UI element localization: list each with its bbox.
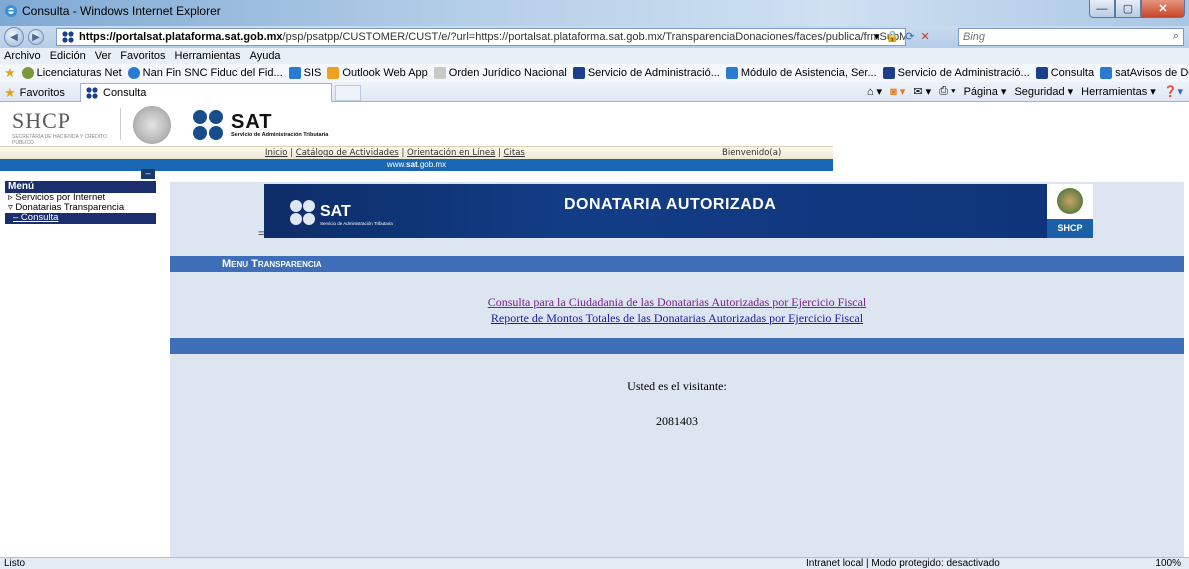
- security-zone[interactable]: Intranet local | Modo protegido: desacti…: [806, 558, 1000, 569]
- link-item[interactable]: satAvisos de Donación y ...: [1100, 67, 1189, 79]
- tools-menu[interactable]: Herramientas ▾: [1081, 85, 1156, 98]
- banner-title: DONATARIA AUTORIZADA: [564, 196, 777, 213]
- sat-dots-icon: [193, 108, 227, 142]
- visitor-count: 2081403: [656, 414, 698, 428]
- search-icon[interactable]: ⌕: [1173, 30, 1179, 43]
- link-icon: [433, 67, 446, 79]
- side-menu: – Menú ▹ Servicios por Internet ▿ Donata…: [0, 169, 156, 229]
- security-menu[interactable]: Seguridad ▾: [1014, 85, 1073, 98]
- nav-catalogo[interactable]: Catálogo de Actividades: [296, 148, 399, 158]
- banner-background: SAT Servicio de Administración Tributari…: [264, 184, 1047, 238]
- main-content: SAT Servicio de Administración Tributari…: [170, 182, 1184, 557]
- banner-dash: =: [258, 228, 265, 240]
- eagle-emblem-icon: [1057, 188, 1083, 214]
- menu-bar: Archivo Edición Ver Favoritos Herramient…: [0, 48, 1189, 64]
- nav-citas[interactable]: Citas: [504, 148, 525, 158]
- menu-ver[interactable]: Ver: [95, 50, 112, 62]
- home-icon[interactable]: ⌂ ▾: [867, 85, 882, 98]
- link-item[interactable]: Nan Fin SNC Fiduc del Fid...: [127, 67, 283, 79]
- link-icon: [288, 67, 301, 79]
- link-icon: [327, 67, 340, 79]
- link-item[interactable]: Consulta: [1035, 67, 1094, 79]
- link-item[interactable]: SIS: [288, 67, 321, 79]
- visitor-label: Usted es el visitante:: [627, 379, 727, 393]
- header-divider: [120, 108, 121, 140]
- national-seal-image: [133, 106, 171, 144]
- link-item[interactable]: Módulo de Asistencia, Ser...: [725, 67, 877, 79]
- print-icon[interactable]: ⎙ ▾: [939, 85, 955, 98]
- menu-edicion[interactable]: Edición: [50, 50, 86, 62]
- favorites-star-icon: ★: [4, 85, 16, 100]
- sat-tab-icon: [86, 87, 98, 99]
- window-titlebar[interactable]: Consulta - Windows Internet Explorer — ▢…: [0, 0, 1189, 26]
- link-icon: [21, 67, 34, 79]
- donataria-banner: SAT Servicio de Administración Tributari…: [264, 184, 1093, 238]
- sat-logo[interactable]: SAT Servicio de Administración Tributari…: [193, 108, 328, 142]
- status-bar: Listo Intranet local | Modo protegido: d…: [0, 557, 1189, 569]
- sat-site-icon: [62, 31, 74, 43]
- new-tab-button[interactable]: [335, 85, 361, 101]
- transparency-links: Consulta para la Ciudadania de las Donat…: [170, 294, 1184, 326]
- status-text: Listo: [4, 558, 26, 569]
- nav-orientacion[interactable]: Orientación en Línea: [407, 148, 495, 158]
- address-row: ◀ ▶ https://portalsat.plataforma.sat.gob…: [0, 26, 1189, 48]
- link-item[interactable]: Outlook Web App: [327, 67, 428, 79]
- banner-sat-logo: SAT Servicio de Administración Tributari…: [290, 200, 393, 228]
- tab-consulta[interactable]: Consulta: [80, 83, 332, 102]
- consulta-ciudadania-link[interactable]: Consulta para la Ciudadania de las Donat…: [488, 295, 867, 309]
- close-window-button[interactable]: ✕: [1141, 0, 1185, 18]
- link-item[interactable]: Servicio de Administració...: [572, 67, 720, 79]
- section-divider-bar: [170, 338, 1184, 354]
- forward-button[interactable]: ▶: [28, 29, 44, 45]
- stop-icon[interactable]: ✕: [920, 30, 929, 43]
- menu-archivo[interactable]: Archivo: [4, 50, 41, 62]
- menu-herramientas[interactable]: Herramientas: [175, 50, 241, 62]
- banner-shcp-logo: SHCP: [1047, 184, 1093, 238]
- sat-dots-icon: [290, 200, 318, 228]
- page-content: SHCP SECRETARÍA DE HACIENDA Y CRÉDITO PÚ…: [0, 102, 1189, 557]
- add-favorite-star-icon[interactable]: ★: [4, 65, 16, 81]
- internet-explorer-icon: [5, 5, 17, 17]
- zoom-level[interactable]: 100%: [1155, 558, 1181, 569]
- link-icon: [725, 67, 738, 79]
- nav-inicio[interactable]: Inicio: [265, 148, 288, 158]
- favorites-button[interactable]: ★ Favoritos: [4, 85, 65, 101]
- shcp-logo[interactable]: SHCP SECRETARÍA DE HACIENDA Y CRÉDITO PÚ…: [12, 108, 112, 146]
- link-item[interactable]: Servicio de Administració...: [882, 67, 1030, 79]
- link-icon: [882, 67, 895, 79]
- address-url: https://portalsat.plataforma.sat.gob.mx/…: [79, 31, 906, 43]
- tab-bar: ★ Favoritos Consulta ⌂ ▾ ◙ ▾ ✉ ▾ ⎙ ▾ Pág…: [0, 82, 1189, 102]
- back-button[interactable]: ◀: [4, 27, 24, 47]
- refresh-icon[interactable]: ⟳: [905, 30, 914, 43]
- dropdown-arrow-icon[interactable]: ▾: [874, 30, 880, 43]
- address-bar[interactable]: https://portalsat.plataforma.sat.gob.mx/…: [56, 28, 906, 46]
- reporte-montos-link[interactable]: Reporte de Montos Totales de las Donatar…: [491, 311, 863, 325]
- site-nav: Inicio | Catálogo de Actividades | Orien…: [0, 146, 833, 159]
- favorites-links-bar: ★ Licenciaturas Net Nan Fin SNC Fiduc de…: [0, 64, 1189, 82]
- feeds-icon[interactable]: ◙ ▾: [890, 85, 905, 98]
- link-icon: [1100, 67, 1113, 79]
- search-input[interactable]: Bing ⌕: [958, 28, 1184, 46]
- link-icon: [572, 67, 585, 79]
- link-item[interactable]: Licenciaturas Net: [21, 67, 122, 79]
- menu-ayuda[interactable]: Ayuda: [250, 50, 281, 62]
- link-icon: [127, 67, 140, 79]
- page-menu[interactable]: Página ▾: [964, 85, 1007, 98]
- menu-favoritos[interactable]: Favoritos: [120, 50, 165, 62]
- maximize-button[interactable]: ▢: [1115, 0, 1141, 18]
- link-item[interactable]: Orden Jurídico Nacional: [433, 67, 567, 79]
- minimize-button[interactable]: —: [1089, 0, 1115, 18]
- welcome-text: Bienvenido(a): [722, 148, 782, 158]
- site-header: SHCP SECRETARÍA DE HACIENDA Y CRÉDITO PÚ…: [0, 102, 833, 146]
- window-title: Consulta - Windows Internet Explorer: [22, 4, 221, 18]
- link-icon: [1035, 67, 1048, 79]
- help-icon[interactable]: ❓▾: [1164, 85, 1183, 98]
- collapse-menu-button[interactable]: –: [141, 169, 155, 179]
- mail-icon[interactable]: ✉ ▾: [913, 85, 931, 98]
- lock-icon[interactable]: 🔒: [886, 30, 900, 43]
- menu-item-consulta[interactable]: – Consulta: [5, 213, 156, 223]
- section-header: Menu Transparencia: [170, 256, 1184, 272]
